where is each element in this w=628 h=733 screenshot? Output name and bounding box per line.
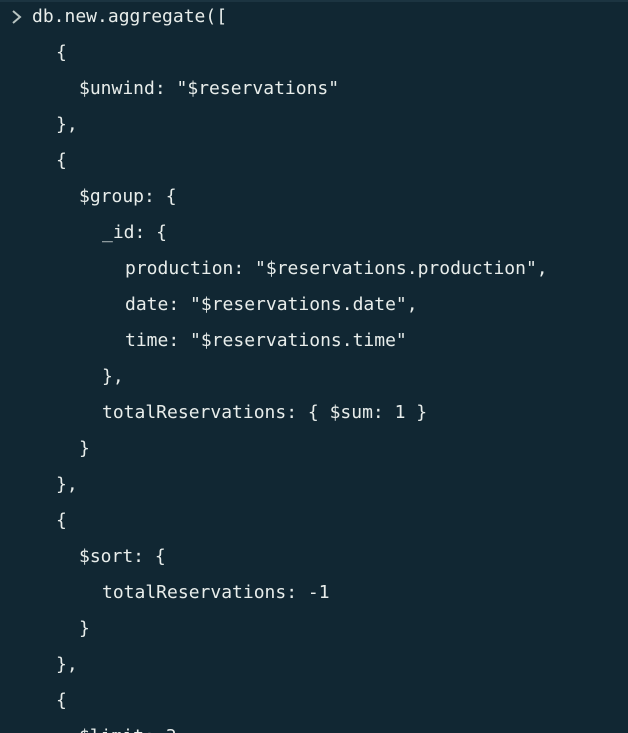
chevron-right-icon bbox=[12, 10, 22, 24]
code-line: }, bbox=[56, 114, 78, 135]
code-line: time: "$reservations.time" bbox=[125, 330, 407, 351]
mongo-shell-console[interactable]: db.new.aggregate([ { $unwind: "$reservat… bbox=[0, 0, 628, 733]
code-line: } bbox=[79, 618, 90, 639]
code-line: { bbox=[56, 510, 67, 531]
code-line: $limit: 3 bbox=[79, 725, 177, 733]
code-line: db.new.aggregate([ bbox=[32, 6, 228, 27]
code-line: production: "$reservations.production", bbox=[125, 258, 548, 279]
code-line: $sort: { bbox=[79, 546, 166, 567]
code-line: } bbox=[79, 438, 90, 459]
code-line: }, bbox=[56, 654, 78, 675]
code-line: totalReservations: { $sum: 1 } bbox=[102, 402, 428, 423]
code-line: }, bbox=[56, 474, 78, 495]
code-line: $group: { bbox=[79, 186, 177, 207]
code-line: { bbox=[56, 150, 67, 171]
code-line: { bbox=[56, 42, 67, 63]
top-border bbox=[0, 0, 628, 2]
code-line: }, bbox=[102, 366, 124, 387]
code-line: totalReservations: -1 bbox=[102, 582, 330, 603]
code-line: date: "$reservations.date", bbox=[125, 294, 418, 315]
code-line: { bbox=[56, 690, 67, 711]
code-line: $unwind: "$reservations" bbox=[79, 78, 340, 99]
code-line: _id: { bbox=[102, 222, 168, 243]
